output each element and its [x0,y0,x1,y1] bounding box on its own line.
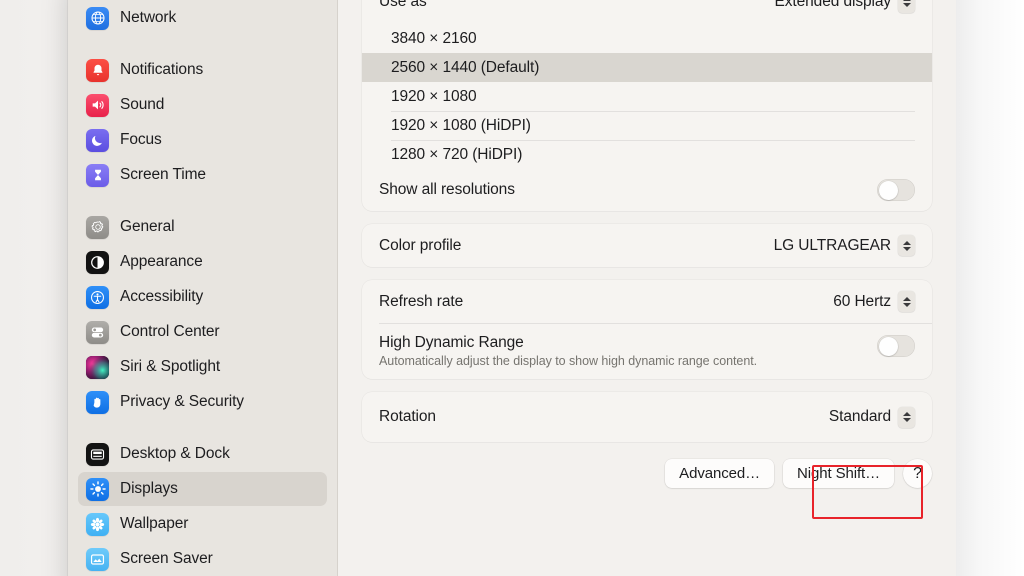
content-scroll-area[interactable]: Use as Extended display 3840 × 2160 2560… [338,0,956,488]
show-all-resolutions-label: Show all resolutions [379,181,515,198]
displays-settings-pane: Use as Extended display 3840 × 2160 2560… [338,0,956,576]
color-profile-value: LG ULTRAGEAR [773,236,891,254]
sidebar-item-label: General [120,218,175,235]
sidebar-item-label: Accessibility [120,288,204,305]
screen-time-hourglass-icon [86,163,109,187]
refresh-rate-value: 60 Hertz [833,292,891,310]
chevron-updown-icon [898,291,915,312]
use-as-popup-button[interactable]: Extended display [775,0,915,13]
sidebar-item-label: Focus [120,131,162,148]
accessibility-person-icon [86,285,109,309]
toggle-knob [878,180,898,200]
advanced-button[interactable]: Advanced… [665,459,774,488]
refresh-rate-popup-button[interactable]: 60 Hertz [833,291,915,312]
privacy-hand-icon [86,390,109,414]
action-button-bar: Advanced… Night Shift… ? [362,453,932,488]
sidebar-item-general[interactable]: General [78,210,327,244]
resolution-option[interactable]: 1920 × 1080 (HiDPI) [362,111,932,140]
refresh-hdr-card: Refresh rate 60 Hertz High Dynamic Range… [362,280,932,379]
sidebar-item-label: Sound [120,96,165,113]
appearance-contrast-icon [86,250,109,274]
refresh-rate-label: Refresh rate [379,292,464,310]
sidebar-item-label: Desktop & Dock [120,445,230,462]
sidebar-item-desktop-dock[interactable]: Desktop & Dock [78,437,327,471]
sidebar-item-focus[interactable]: Focus [78,123,327,157]
screenshot-root: Bluetooth Network [0,0,1024,576]
night-shift-button[interactable]: Night Shift… [783,459,894,488]
sidebar-item-screen-time[interactable]: Screen Time [78,158,327,192]
display-configuration-card: Use as Extended display 3840 × 2160 2560… [362,0,932,211]
sidebar-item-wallpaper[interactable]: Wallpaper [78,507,327,541]
sidebar-group-divider [78,193,327,210]
page-background-right [956,0,1024,576]
sidebar-item-notifications[interactable]: Notifications [78,53,327,87]
sidebar-scroll-area[interactable]: Bluetooth Network [68,0,337,576]
system-settings-window: Bluetooth Network [68,0,956,576]
sidebar-item-label: Screen Time [120,166,206,183]
color-profile-label: Color profile [379,236,462,254]
sidebar-item-displays[interactable]: Displays [78,472,327,506]
show-all-resolutions-toggle[interactable] [877,179,915,201]
chevron-updown-icon [898,406,915,428]
help-button[interactable]: ? [903,459,932,488]
network-globe-icon [86,6,109,30]
color-profile-card: Color profile LG ULTRAGEAR [362,224,932,267]
sidebar-group-divider [78,420,327,437]
resolution-option[interactable]: 1280 × 720 (HiDPI) [362,140,932,169]
resolution-list[interactable]: 3840 × 2160 2560 × 1440 (Default) 1920 ×… [362,22,932,169]
color-profile-popup-button[interactable]: LG ULTRAGEAR [774,235,915,256]
rotation-popup-button[interactable]: Standard [828,406,915,428]
use-as-value: Extended display [774,0,892,10]
rotation-card: Rotation Standard [362,392,932,442]
rotation-row: Rotation Standard [362,392,932,442]
sidebar-item-label: Privacy & Security [120,393,244,410]
notifications-bell-icon [86,58,109,82]
sidebar-item-label: Network [120,9,177,26]
desktop-dock-icon [86,442,109,466]
sidebar-item-control-center[interactable]: Control Center [78,315,327,349]
sidebar-item-label: Displays [120,480,178,497]
hdr-description: Automatically adjust the display to show… [379,354,758,368]
sidebar-item-label: Notifications [120,61,204,78]
sidebar-item-accessibility[interactable]: Accessibility [78,280,327,314]
sidebar-item-screen-saver[interactable]: Screen Saver [78,542,327,576]
sidebar-item-privacy-security[interactable]: Privacy & Security [78,385,327,419]
wallpaper-flower-icon [86,512,109,536]
displays-brightness-icon [86,477,109,501]
color-profile-row: Color profile LG ULTRAGEAR [362,224,932,267]
rotation-label: Rotation [379,408,436,425]
sidebar-group-divider [78,36,327,53]
siri-orb-icon [86,355,109,379]
sidebar-item-sound[interactable]: Sound [78,88,327,122]
rotation-value: Standard [828,408,891,425]
sidebar-item-label: Control Center [120,323,220,340]
sidebar-item-label: Screen Saver [120,550,213,567]
refresh-rate-row: Refresh rate 60 Hertz [362,280,932,323]
resolution-option[interactable]: 1920 × 1080 [362,82,932,111]
use-as-row: Use as Extended display [362,0,932,22]
screen-saver-icon [86,547,109,571]
control-center-icon [86,320,109,344]
sound-speaker-icon [86,93,109,117]
hdr-row: High Dynamic Range Automatically adjust … [362,323,932,379]
sidebar-item-label: Appearance [120,253,203,270]
sidebar-item-label: Siri & Spotlight [120,358,221,375]
focus-moon-icon [86,128,109,152]
hdr-label: High Dynamic Range [379,334,524,351]
sidebar-item-siri-spotlight[interactable]: Siri & Spotlight [78,350,327,384]
sidebar-item-appearance[interactable]: Appearance [78,245,327,279]
hdr-text-block: High Dynamic Range Automatically adjust … [379,334,757,368]
use-as-label: Use as [379,0,427,10]
hdr-toggle[interactable] [877,335,915,357]
resolution-option[interactable]: 3840 × 2160 [362,24,932,53]
chevron-updown-icon [898,235,915,256]
sidebar-item-label: Wallpaper [120,515,189,532]
settings-sidebar[interactable]: Bluetooth Network [68,0,338,576]
resolution-option-selected[interactable]: 2560 × 1440 (Default) [362,53,932,82]
show-all-resolutions-row: Show all resolutions [362,169,932,211]
chevron-updown-icon [898,0,915,13]
toggle-knob [878,336,898,356]
general-gear-icon [86,215,109,239]
sidebar-item-network[interactable]: Network [78,1,327,35]
